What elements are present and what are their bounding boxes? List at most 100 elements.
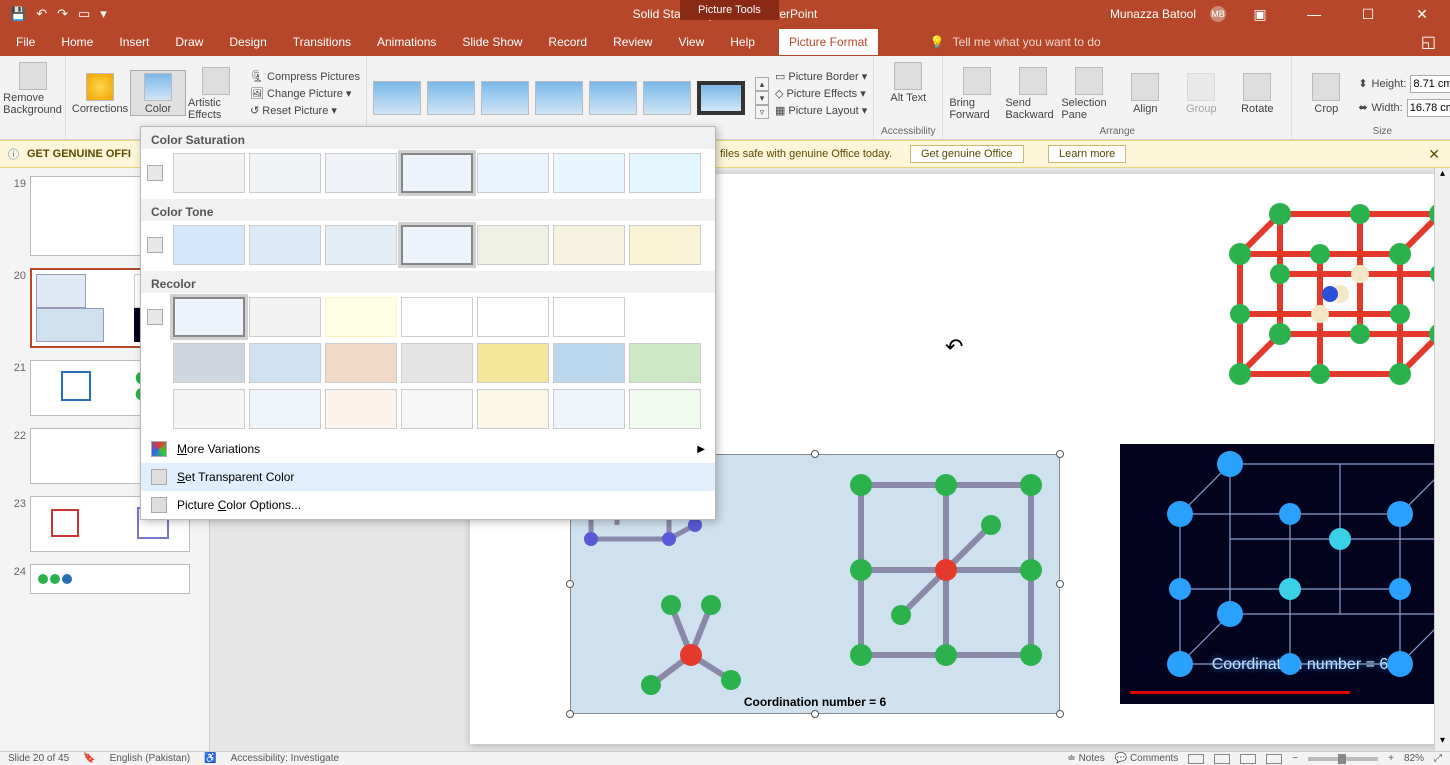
recolor-swatch[interactable] <box>325 389 397 429</box>
tone-swatch[interactable] <box>173 225 245 265</box>
recolor-swatch[interactable] <box>249 343 321 383</box>
resize-handle[interactable] <box>1056 710 1064 718</box>
saturation-swatch[interactable] <box>325 153 397 193</box>
compress-pictures-button[interactable]: 🗜 Compress Pictures <box>250 70 360 83</box>
tab-help[interactable]: Help <box>728 31 757 53</box>
minimize-icon[interactable]: — <box>1294 6 1334 22</box>
scroll-down-icon[interactable]: ▾ <box>1435 735 1450 751</box>
recolor-swatch[interactable] <box>173 343 245 383</box>
accessibility-icon[interactable]: ♿ <box>204 753 216 764</box>
tone-swatch[interactable] <box>553 225 625 265</box>
fit-to-window-icon[interactable]: ⤢ <box>1434 753 1442 764</box>
resize-handle[interactable] <box>811 710 819 718</box>
zoom-value[interactable]: 82% <box>1404 753 1424 764</box>
picture-style-thumb[interactable] <box>643 81 691 115</box>
tone-swatch[interactable] <box>401 225 473 265</box>
set-transparent-color-item[interactable]: Set Transparent Color <box>141 463 715 491</box>
gallery-more-icon[interactable]: ▿ <box>755 105 769 119</box>
recolor-swatch[interactable] <box>249 297 321 337</box>
canvas-scrollbar[interactable]: ▴ ▾ <box>1434 168 1450 751</box>
tab-insert[interactable]: Insert <box>117 31 151 53</box>
saturation-swatch[interactable] <box>477 153 549 193</box>
recolor-swatch[interactable] <box>401 389 473 429</box>
undo-icon[interactable]: ↶ <box>36 6 47 22</box>
tab-home[interactable]: Home <box>59 31 95 53</box>
gallery-scroll-down-icon[interactable]: ▾ <box>755 91 769 105</box>
recolor-swatch[interactable] <box>629 297 701 337</box>
align-button[interactable]: Align <box>1117 71 1173 115</box>
get-genuine-office-button[interactable]: Get genuine Office <box>910 145 1024 163</box>
saturation-swatch[interactable] <box>629 153 701 193</box>
artistic-effects-button[interactable]: Artistic Effects <box>188 65 244 121</box>
picture-style-thumb[interactable] <box>373 81 421 115</box>
height-input[interactable] <box>1410 75 1450 93</box>
tab-design[interactable]: Design <box>227 31 268 53</box>
color-button[interactable]: Color <box>130 70 186 116</box>
sorter-view-icon[interactable] <box>1214 754 1230 764</box>
user-avatar[interactable]: MB <box>1210 6 1226 22</box>
accessibility-label[interactable]: Accessibility: Investigate <box>231 753 339 764</box>
normal-view-icon[interactable] <box>1188 754 1204 764</box>
bring-forward-button[interactable]: Bring Forward <box>949 65 1005 121</box>
picture-styles-gallery[interactable]: ▴ ▾ ▿ <box>373 67 769 119</box>
recolor-swatch[interactable] <box>249 389 321 429</box>
recolor-preset-icon[interactable] <box>147 309 163 325</box>
saturation-swatch[interactable] <box>249 153 321 193</box>
recolor-swatch[interactable] <box>173 389 245 429</box>
language-label[interactable]: English (Pakistan) <box>110 753 191 764</box>
ribbon-display-options-icon[interactable]: ▣ <box>1240 6 1280 23</box>
tone-swatch[interactable] <box>629 225 701 265</box>
tab-view[interactable]: View <box>676 31 706 53</box>
picture-effects-button[interactable]: ◇ Picture Effects ▾ <box>775 87 867 100</box>
collapse-ribbon-icon[interactable]: ◱ <box>1421 32 1450 52</box>
picture-style-thumb[interactable] <box>481 81 529 115</box>
tab-record[interactable]: Record <box>546 31 589 53</box>
picture-border-button[interactable]: ▭ Picture Border ▾ <box>775 70 867 83</box>
picture-style-thumb[interactable] <box>535 81 583 115</box>
recolor-swatch[interactable] <box>553 389 625 429</box>
picture-color-options-item[interactable]: Picture Color Options... <box>141 491 715 519</box>
gallery-scroll-up-icon[interactable]: ▴ <box>755 77 769 91</box>
recolor-swatch[interactable] <box>629 343 701 383</box>
resize-handle[interactable] <box>1056 450 1064 458</box>
saturation-swatch[interactable] <box>553 153 625 193</box>
recolor-swatch[interactable] <box>553 343 625 383</box>
recolor-swatch[interactable] <box>477 343 549 383</box>
redo-icon[interactable]: ↷ <box>57 6 68 22</box>
tab-animations[interactable]: Animations <box>375 31 438 53</box>
crop-button[interactable]: Crop <box>1298 71 1354 115</box>
saturation-swatch[interactable] <box>401 153 473 193</box>
tab-slideshow[interactable]: Slide Show <box>460 31 524 53</box>
reset-picture-button[interactable]: ↺ Reset Picture ▾ <box>250 104 360 117</box>
recolor-swatch[interactable] <box>325 297 397 337</box>
slide-thumb-24[interactable] <box>30 564 190 594</box>
tab-file[interactable]: File <box>14 31 37 53</box>
tab-draw[interactable]: Draw <box>173 31 205 53</box>
width-input[interactable] <box>1407 99 1450 117</box>
maximize-icon[interactable]: ☐ <box>1348 6 1388 23</box>
recolor-swatch[interactable] <box>477 389 549 429</box>
tone-swatch[interactable] <box>249 225 321 265</box>
qat-more-icon[interactable]: ▾ <box>100 6 107 22</box>
picture-layout-button[interactable]: ▦ Picture Layout ▾ <box>775 104 867 117</box>
corrections-button[interactable]: Corrections <box>72 71 128 115</box>
tab-review[interactable]: Review <box>611 31 654 53</box>
recolor-swatch[interactable] <box>477 297 549 337</box>
zoom-slider[interactable] <box>1308 757 1378 761</box>
tab-picture-format[interactable]: Picture Format <box>779 29 878 55</box>
send-backward-button[interactable]: Send Backward <box>1005 65 1061 121</box>
resize-handle[interactable] <box>566 580 574 588</box>
scroll-up-icon[interactable]: ▴ <box>1435 168 1450 184</box>
resize-handle[interactable] <box>1056 580 1064 588</box>
recolor-swatch[interactable] <box>629 389 701 429</box>
selection-pane-button[interactable]: Selection Pane <box>1061 65 1117 121</box>
picture-style-thumb[interactable] <box>427 81 475 115</box>
close-icon[interactable]: ✕ <box>1402 6 1442 23</box>
recolor-swatch[interactable] <box>325 343 397 383</box>
more-variations-item[interactable]: More Variations ▶ <box>141 435 715 463</box>
tone-swatch[interactable] <box>477 225 549 265</box>
zoom-out-icon[interactable]: − <box>1292 753 1298 764</box>
saturation-swatch[interactable] <box>173 153 245 193</box>
save-icon[interactable]: 💾 <box>10 6 26 22</box>
spellcheck-icon[interactable]: 🔖 <box>83 753 95 764</box>
